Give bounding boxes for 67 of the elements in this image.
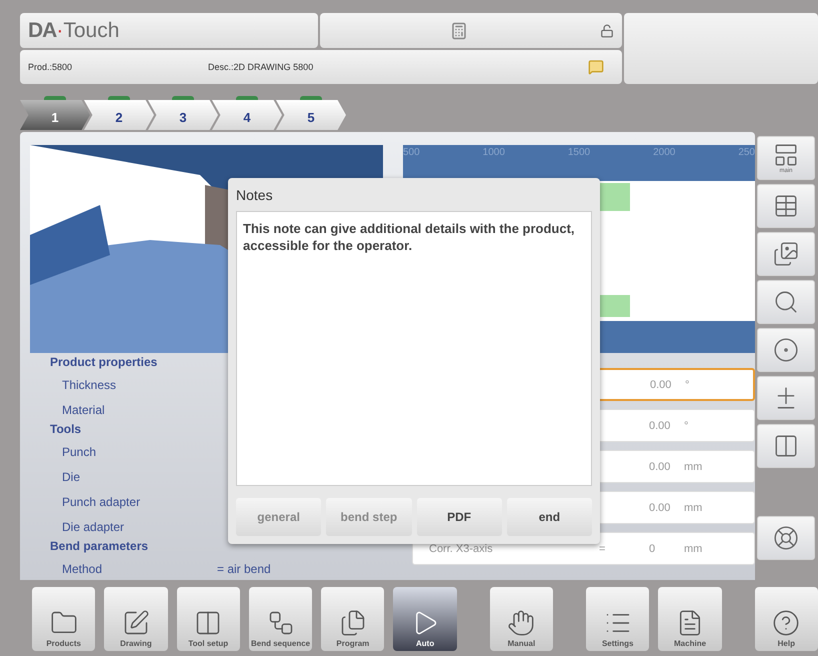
section-heading: Product properties	[50, 355, 158, 371]
nav-button[interactable]: Help	[754, 587, 818, 651]
field-unit: °	[684, 420, 690, 432]
property-label: Material	[62, 402, 106, 416]
nav-button[interactable]: Bend sequence	[248, 587, 312, 651]
side-tool-button[interactable]	[757, 184, 815, 228]
lock-icon[interactable]	[600, 24, 614, 38]
bend-block	[600, 295, 630, 317]
nav-button[interactable]: Settings	[586, 587, 650, 651]
property-label: Method	[62, 562, 104, 576]
field-unit: °	[685, 378, 690, 390]
product-number: Prod.:5800	[28, 62, 74, 72]
field-value: 0.00	[650, 378, 672, 390]
field-unit: mm	[684, 542, 704, 554]
pictures-icon	[773, 241, 799, 267]
help-icon	[772, 609, 800, 637]
ruler-tick: 2000	[653, 147, 676, 158]
step-tab[interactable]: 1	[20, 100, 90, 130]
property-label: Thickness	[62, 378, 118, 392]
nav-button[interactable]: Auto	[393, 587, 457, 651]
field-value: 0	[649, 542, 656, 554]
field-value: 0.00	[649, 420, 672, 432]
ruler-tick: 250	[738, 147, 755, 158]
field-unit: mm	[684, 460, 704, 472]
field-value: 0.00	[649, 460, 672, 472]
property-value: = air bend	[217, 562, 272, 576]
section-heading: Tools	[50, 422, 82, 438]
side-tool-button[interactable]	[757, 424, 815, 468]
search-icon	[773, 289, 799, 315]
note-text: This note can give additional details with the product, accessible for the operator.	[236, 211, 592, 486]
product-description: Desc.:2D DRAWING 5800	[208, 62, 314, 72]
ruler-tick: 1000	[482, 147, 505, 158]
step-tab[interactable]: 5	[276, 100, 346, 130]
dialog-button[interactable]: end	[506, 498, 592, 536]
field-label: Corr. X3-axis	[429, 542, 494, 554]
property-label: Die adapter	[62, 520, 126, 534]
nav-button[interactable]: Tool setup	[176, 587, 240, 651]
step-tab[interactable]: 4	[212, 100, 282, 130]
ruler-tick: 1500	[568, 147, 590, 158]
nav-button[interactable]: Products	[32, 587, 96, 651]
step-tab[interactable]: 3	[148, 100, 218, 130]
dialog-button[interactable]: PDF	[416, 498, 502, 536]
side-tool-button[interactable]	[757, 280, 815, 324]
nav-button[interactable]: Machine	[658, 587, 722, 651]
ruler-tick: 500	[403, 147, 420, 158]
layout-icon	[773, 142, 799, 168]
nav-button[interactable]: Program	[321, 587, 384, 651]
bend-block	[600, 183, 630, 211]
side-tool-button[interactable]	[757, 376, 815, 420]
step-tab[interactable]: 2	[84, 100, 154, 130]
nav-button[interactable]: Manual	[490, 587, 554, 651]
property-label: Die	[62, 470, 82, 484]
hand-icon	[507, 609, 536, 637]
calculator-icon[interactable]	[450, 22, 468, 40]
dial-icon	[773, 337, 799, 363]
nav-button[interactable]: Drawing	[104, 587, 168, 651]
logo: DA·Touch	[28, 18, 120, 42]
side-tool-button[interactable]	[757, 232, 815, 276]
side-tool-button[interactable]	[757, 328, 815, 372]
property-label: Punch adapter	[62, 494, 142, 508]
section-heading: Bend parameters	[50, 539, 150, 555]
table-icon	[773, 193, 799, 219]
side-tool-button[interactable]	[757, 516, 815, 560]
dialog-title: Notes	[236, 186, 274, 205]
field-value: 0.00	[649, 502, 672, 514]
field-unit: mm	[684, 502, 704, 514]
property-label: Punch	[62, 444, 98, 458]
